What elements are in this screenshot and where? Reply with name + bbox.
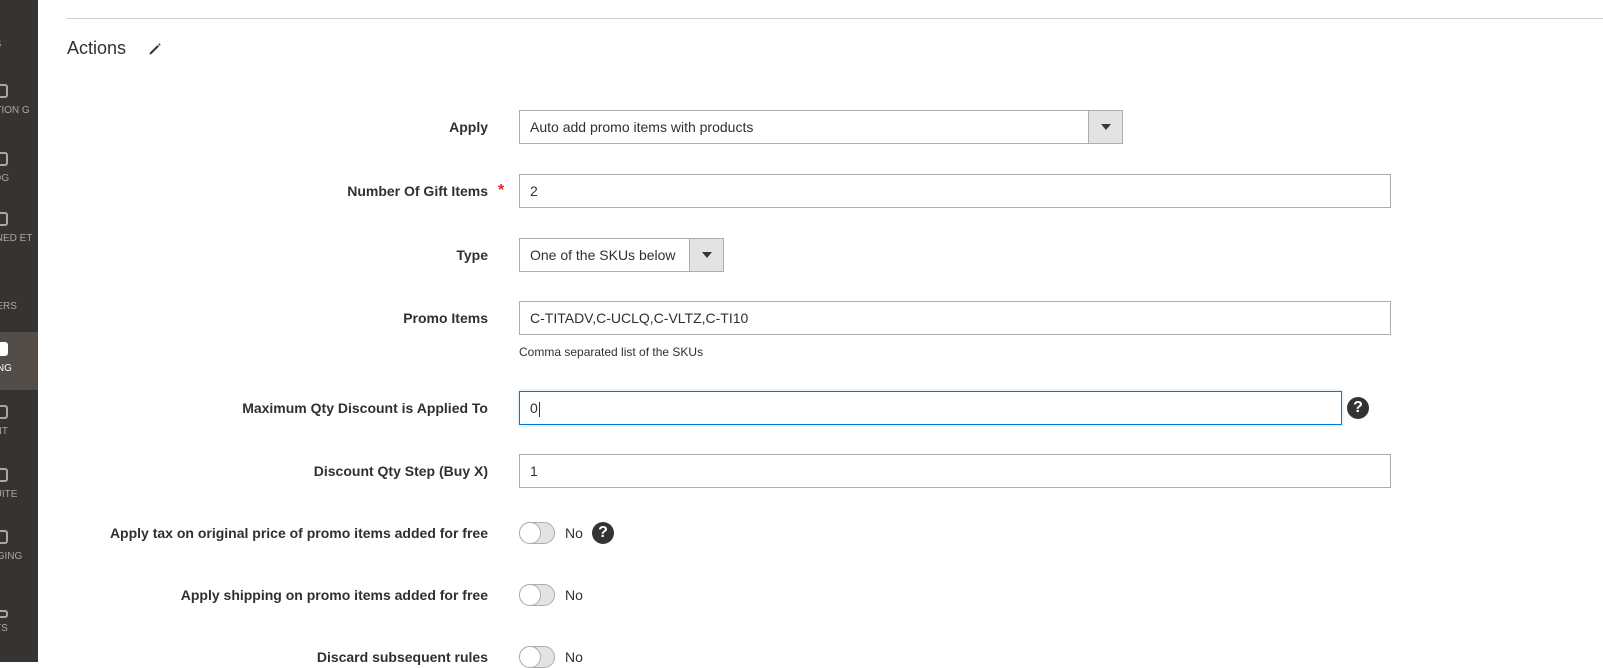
section-divider bbox=[67, 18, 1603, 19]
admin-sidebar: ES CTION G LOG ONED ET MERS TING ENT SUI… bbox=[0, 0, 38, 662]
type-label: Type bbox=[456, 247, 488, 263]
tax-original-label: Apply tax on original price of promo ite… bbox=[109, 525, 488, 541]
max-qty-label: Maximum Qty Discount is Applied To bbox=[242, 400, 488, 416]
apply-label: Apply bbox=[449, 119, 488, 135]
toggle-knob bbox=[519, 584, 541, 606]
discard-toggle[interactable] bbox=[519, 646, 555, 668]
nav-item-label: T GING bbox=[0, 551, 23, 562]
tax-original-state: No bbox=[565, 525, 583, 541]
nav-item-label: MERS bbox=[0, 301, 17, 312]
promo-items-note: Comma separated list of the SKUs bbox=[519, 345, 704, 359]
nav-item-sales[interactable]: ES bbox=[0, 38, 38, 51]
text-caret bbox=[538, 401, 540, 417]
nav-item-catalog[interactable]: LOG bbox=[0, 152, 38, 185]
nav-item-suite[interactable]: SUITE bbox=[0, 468, 38, 501]
nav-item-label: TING bbox=[0, 363, 12, 374]
cart-icon bbox=[0, 212, 8, 226]
nav-item-reports[interactable]: RTS bbox=[0, 610, 38, 635]
nav-item-label: SUITE bbox=[0, 489, 18, 500]
qty-step-input[interactable]: 1 bbox=[519, 454, 1391, 488]
shipping-state: No bbox=[565, 587, 583, 603]
help-icon[interactable]: ? bbox=[1347, 397, 1369, 419]
chevron-down-icon bbox=[1101, 124, 1111, 130]
apply-row: Apply Auto add promo items with products bbox=[0, 110, 1603, 144]
nav-item-content[interactable]: ENT bbox=[0, 405, 38, 438]
toggle-knob bbox=[519, 646, 541, 668]
tax-original-toggle[interactable] bbox=[519, 522, 555, 544]
pencil-icon[interactable] bbox=[148, 42, 162, 56]
chevron-down-icon bbox=[702, 252, 712, 258]
chart-icon bbox=[0, 610, 8, 618]
toggle-knob bbox=[519, 522, 541, 544]
type-select-value: One of the SKUs below bbox=[530, 247, 676, 263]
package-icon bbox=[0, 530, 8, 544]
apply-select-value: Auto add promo items with products bbox=[530, 119, 754, 135]
shipping-toggle[interactable] bbox=[519, 584, 555, 606]
shipping-label: Apply shipping on promo items added for … bbox=[180, 587, 488, 603]
nav-item-marketing[interactable]: TING bbox=[0, 332, 38, 390]
promo-items-input[interactable]: C-TITADV,C-UCLQ,C-VLTZ,C-TI10 bbox=[519, 301, 1391, 335]
nav-item-label: RTS bbox=[0, 623, 8, 634]
apply-dropdown-button[interactable] bbox=[1088, 111, 1122, 143]
nav-item-label: ES bbox=[0, 38, 38, 51]
apply-select[interactable]: Auto add promo items with products bbox=[519, 110, 1123, 144]
help-icon[interactable]: ? bbox=[592, 522, 614, 544]
max-qty-input[interactable]: 0 bbox=[519, 391, 1342, 425]
type-select[interactable]: One of the SKUs below bbox=[519, 238, 724, 272]
document-icon bbox=[0, 405, 8, 419]
section-title: Actions bbox=[67, 38, 127, 58]
max-qty-value: 0 bbox=[530, 400, 538, 416]
megaphone-icon bbox=[0, 342, 8, 356]
type-dropdown-button[interactable] bbox=[689, 239, 723, 271]
discard-state: No bbox=[565, 649, 583, 665]
discard-label: Discard subsequent rules bbox=[316, 649, 488, 665]
promo-items-label: Promo Items bbox=[403, 310, 488, 326]
nav-item-label: ENT bbox=[0, 426, 8, 437]
tag-icon bbox=[0, 152, 8, 166]
box-icon bbox=[0, 84, 8, 98]
type-row: Type One of the SKUs below bbox=[0, 238, 1603, 272]
gift-items-input[interactable]: 2 bbox=[519, 174, 1391, 208]
puzzle-icon bbox=[0, 468, 8, 482]
qty-step-label: Discount Qty Step (Buy X) bbox=[313, 463, 488, 479]
nav-item-packaging[interactable]: T GING bbox=[0, 530, 38, 563]
required-mark: * bbox=[498, 182, 505, 199]
nav-item-label: LOG bbox=[0, 173, 10, 184]
gift-items-label: Number Of Gift Items bbox=[347, 183, 488, 199]
nav-item-customers[interactable]: MERS bbox=[0, 300, 38, 313]
